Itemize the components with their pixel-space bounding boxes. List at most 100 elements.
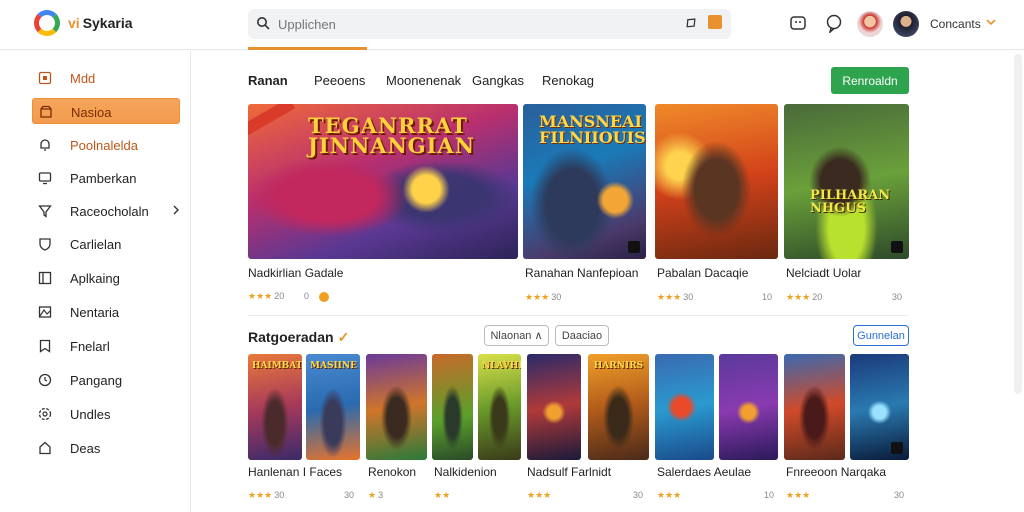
scrollbar[interactable]	[1014, 54, 1022, 394]
card-title[interactable]: Pabalan Dacaqie	[657, 266, 748, 280]
card-meta: 10	[762, 292, 773, 302]
filter-icon	[38, 205, 52, 218]
game-rating: ★★	[434, 490, 451, 500]
card-title[interactable]: Nadkirlian Gadale	[248, 266, 343, 280]
sidebar-item-shield[interactable]: Carlielan	[32, 231, 180, 257]
clock-icon	[38, 373, 52, 387]
game-title[interactable]: Nalkidenion	[434, 465, 497, 479]
card-meta: 30	[892, 292, 903, 302]
hero-banner-text: TEGANRRAT JINNANGIAN	[308, 113, 475, 158]
game-rating: ★ 3	[368, 490, 384, 500]
game-meta: 10	[764, 490, 775, 500]
app-name[interactable]: vi Sykaria	[68, 15, 133, 31]
corner-badge-icon	[891, 241, 903, 253]
featured-hero-card[interactable]: TEGANRRAT JINNANGIAN	[248, 104, 518, 259]
game-thumbnail[interactable]: MASIINE	[306, 354, 360, 460]
sidebar-item-monitor[interactable]: Pamberkan	[32, 165, 180, 191]
monitor-icon	[38, 172, 52, 185]
corner-badge-icon	[628, 241, 640, 253]
chat-icon[interactable]	[824, 13, 844, 33]
card2-banner-text: MANSNEAI FILNIIOUIS	[539, 112, 646, 147]
sidebar-item-notifications[interactable]: Poolnalelda	[32, 132, 180, 158]
filter-button[interactable]: Daaciao	[555, 325, 609, 346]
card-rating: ★★★ 30	[657, 292, 694, 302]
game-title[interactable]: Salerdaes Aeulae	[657, 465, 751, 479]
bookmark-icon	[39, 339, 51, 353]
primary-action-button[interactable]: Renroaldn	[831, 67, 909, 94]
game-rating: ★★★	[786, 490, 811, 500]
sidebar-item-store[interactable]: Nasioa	[32, 98, 180, 124]
game-title[interactable]: Nadsulf Farlnidt	[527, 465, 611, 479]
featured-card-3[interactable]	[655, 104, 778, 259]
section-title: Ratgoeradan ✓	[248, 329, 350, 345]
sidebar-item-help[interactable]: Deas	[32, 435, 180, 461]
gamepad-icon[interactable]	[788, 13, 808, 33]
top-bar: viSykaria Concants	[0, 0, 1024, 50]
mountain-icon	[38, 306, 52, 318]
chevron-right-icon[interactable]	[172, 205, 180, 215]
bell-icon	[40, 139, 50, 151]
game-thumbnail[interactable]	[784, 354, 845, 460]
chevron-down-icon[interactable]	[986, 17, 996, 27]
game-thumbnail[interactable]	[719, 354, 778, 460]
game-thumbnail[interactable]	[655, 354, 714, 460]
featured-card-2[interactable]: MANSNEAI FILNIIOUIS	[523, 104, 646, 259]
tab-gangkas[interactable]: Gangkas	[472, 73, 524, 88]
game-meta: 30	[633, 490, 644, 500]
camera-icon[interactable]	[708, 15, 722, 29]
corner-badge-icon	[891, 442, 903, 454]
tab-peeoens[interactable]: Peeoens	[314, 73, 365, 88]
coin-icon	[319, 292, 329, 302]
app-window: viSykaria Concants Mdd Nasioa Poolnaleld…	[0, 0, 1024, 512]
view-all-button[interactable]: Gunnelan	[853, 325, 909, 346]
game-rating: ★★★ 30	[248, 490, 285, 500]
app-logo-icon[interactable]	[34, 10, 60, 36]
game-thumbnail[interactable]	[527, 354, 581, 460]
new-ribbon	[248, 104, 295, 139]
store-icon	[40, 105, 52, 118]
game-rating: ★★★	[657, 490, 682, 500]
avatar[interactable]	[857, 11, 883, 37]
game-title[interactable]: Fnreeoon Narqaka	[786, 465, 886, 479]
game-title[interactable]: Hanlenan I Faces	[248, 465, 342, 479]
card-rating: ★★★ 20	[248, 291, 285, 301]
card-rating: ★★★ 30	[525, 292, 562, 302]
featured-card-4[interactable]: PILHARAN NHGUS	[784, 104, 909, 259]
tab-moonenenak[interactable]: Moonenenak	[386, 73, 461, 88]
sidebar: Mdd Nasioa Poolnalelda Pamberkan Raceoch…	[0, 51, 191, 512]
tab-renokag[interactable]: Renokag	[542, 73, 594, 88]
sidebar-item-home[interactable]: Mdd	[32, 65, 180, 91]
user-name[interactable]: Concants	[930, 17, 981, 31]
section-divider	[248, 315, 909, 316]
card-title[interactable]: Ranahan Nanfepioan	[525, 266, 638, 280]
game-rating: ★★★	[527, 490, 552, 500]
sort-dropdown[interactable]: Nlaonan ∧	[484, 325, 549, 346]
help-icon	[39, 441, 51, 455]
shield-icon	[39, 238, 51, 251]
card4-banner-text: PILHARAN NHGUS	[810, 188, 891, 216]
sidebar-item-clock[interactable]: Pangang	[32, 367, 180, 393]
tab-ranan[interactable]: Ranan	[248, 73, 288, 88]
game-thumbnail[interactable]	[432, 354, 473, 460]
card-meta: 0	[304, 291, 310, 301]
sidebar-item-apps[interactable]: Aplkaing	[32, 265, 180, 291]
game-meta: 30	[894, 490, 905, 500]
search-bar[interactable]	[248, 9, 731, 39]
game-thumbnail[interactable]: HAIMBAT	[248, 354, 302, 460]
sidebar-item-filter[interactable]: Raceocholaln	[32, 198, 180, 224]
search-input[interactable]	[278, 14, 638, 34]
card-rating: ★★★ 20	[786, 292, 823, 302]
game-thumbnail[interactable]: HARNIRS	[588, 354, 649, 460]
game-thumbnail[interactable]	[850, 354, 909, 460]
user-avatar[interactable]	[893, 11, 919, 37]
mic-icon[interactable]	[684, 16, 698, 30]
sidebar-item-bookmark[interactable]: Fnelarl	[32, 333, 180, 359]
sidebar-item-settings[interactable]: Undles	[32, 401, 180, 427]
card-title[interactable]: Nelciadt Uolar	[786, 266, 861, 280]
sidebar-item-mountain[interactable]: Nentaria	[32, 299, 180, 325]
game-thumbnail[interactable]	[366, 354, 427, 460]
game-thumbnail[interactable]: NLAVHE	[478, 354, 521, 460]
game-title[interactable]: Renokon	[368, 465, 416, 479]
search-underline	[248, 47, 367, 50]
apps-icon	[38, 271, 52, 285]
